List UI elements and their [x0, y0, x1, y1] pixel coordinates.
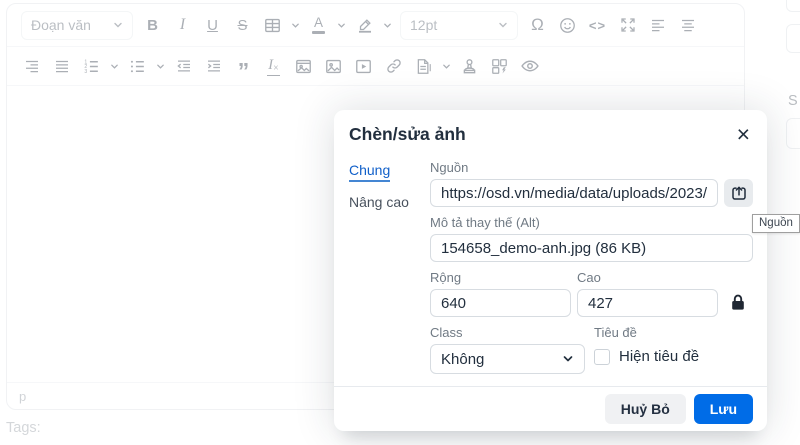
dialog-title: Chèn/sửa ảnh — [349, 124, 466, 145]
source-input[interactable] — [430, 179, 718, 207]
class-label: Class — [430, 325, 585, 340]
show-caption-checkbox[interactable] — [594, 349, 610, 365]
caption-label: Tiêu đề — [594, 325, 699, 340]
insert-edit-image-dialog: Chèn/sửa ảnh × Chung Nâng cao Nguồn Mô t… — [334, 110, 767, 431]
tab-general[interactable]: Chung — [349, 162, 390, 182]
page: Đoạn văn B I U S A 12pt Ω — [0, 0, 800, 445]
alt-input[interactable] — [430, 234, 753, 262]
class-select[interactable]: Không — [430, 344, 585, 374]
lock-icon — [731, 294, 745, 311]
source-label: Nguồn — [430, 160, 753, 175]
constrain-proportions-toggle[interactable] — [731, 294, 745, 311]
save-button[interactable]: Lưu — [694, 394, 753, 424]
dialog-header: Chèn/sửa ảnh × — [334, 110, 767, 149]
dialog-tab-nav: Chung Nâng cao — [349, 159, 430, 374]
height-label: Cao — [577, 270, 718, 285]
close-icon[interactable]: × — [734, 124, 753, 144]
height-input[interactable] — [577, 289, 718, 317]
chevron-down-icon — [562, 353, 574, 365]
alt-label: Mô tả thay thế (Alt) — [430, 215, 753, 230]
cancel-button[interactable]: Huỷ Bỏ — [605, 394, 686, 424]
width-label: Rộng — [430, 270, 571, 285]
dialog-form: Nguồn Mô tả thay thế (Alt) Rộng Cao — [430, 159, 753, 374]
width-input[interactable] — [430, 289, 571, 317]
show-caption-text: Hiện tiêu đề — [619, 348, 699, 365]
dialog-footer: Huỷ Bỏ Lưu — [334, 386, 767, 431]
upload-box-icon — [730, 184, 748, 202]
browse-source-button[interactable] — [724, 179, 753, 207]
tooltip: Nguồn — [752, 214, 800, 233]
tab-advanced[interactable]: Nâng cao — [349, 194, 409, 210]
dialog-body: Chung Nâng cao Nguồn Mô tả thay thế (Alt… — [334, 149, 767, 374]
class-select-value: Không — [441, 351, 484, 368]
